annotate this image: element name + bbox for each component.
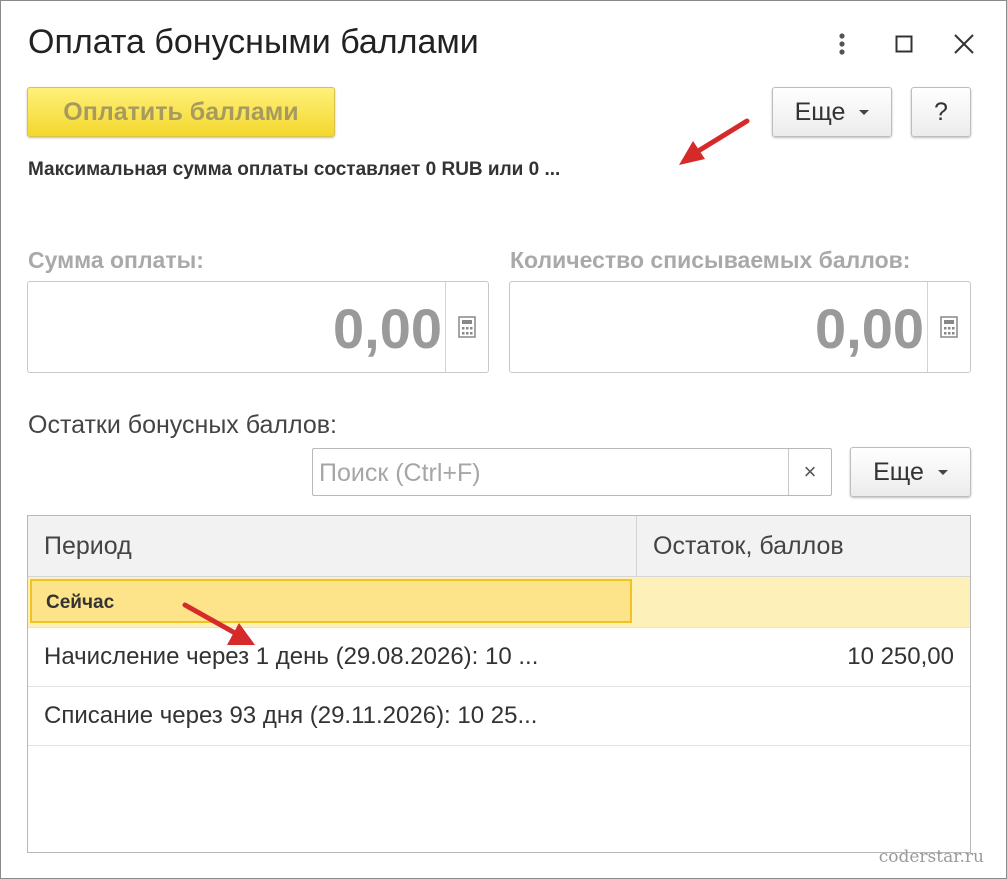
table-header: Период Остаток, баллов — [28, 516, 970, 577]
search-input[interactable]: Поиск (Ctrl+F) × — [312, 448, 832, 496]
table-more-button[interactable]: Еще — [850, 447, 971, 497]
group-label: Сейчас — [46, 592, 115, 613]
table-more-label: Еще — [873, 457, 924, 486]
table-row[interactable]: Списание через 93 дня (29.11.2026): 10 2… — [28, 687, 970, 746]
window-title: Оплата бонусными баллами — [28, 23, 479, 61]
more-button[interactable]: Еще — [772, 87, 892, 137]
more-actions-icon[interactable] — [825, 27, 859, 61]
column-header-balance[interactable]: Остаток, баллов — [653, 532, 844, 561]
watermark: coderstar.ru — [878, 847, 984, 867]
annotation-arrow-icon — [679, 118, 750, 165]
points-field[interactable]: 0,00 — [509, 281, 971, 373]
maximize-icon[interactable] — [887, 27, 921, 61]
calculator-icon[interactable] — [458, 316, 476, 343]
search-placeholder: Поиск (Ctrl+F) — [319, 459, 481, 487]
close-icon[interactable] — [947, 27, 981, 61]
selected-cell[interactable]: Сейчас — [30, 579, 632, 623]
row-period: Начисление через 1 день (29.08.2026): 10… — [44, 643, 539, 670]
sum-label: Сумма оплаты: — [28, 247, 204, 273]
table-row[interactable]: Начисление через 1 день (29.08.2026): 10… — [28, 628, 970, 687]
pay-with-points-button[interactable]: Оплатить баллами — [27, 87, 335, 137]
help-button[interactable]: ? — [911, 87, 971, 137]
points-label: Количество списываемых баллов: — [510, 247, 911, 273]
balances-heading: Остатки бонусных баллов: — [28, 411, 337, 439]
points-value: 0,00 — [815, 297, 924, 360]
max-sum-info: Максимальная сумма оплаты составляет 0 R… — [28, 159, 561, 180]
annotation-arrow-icon — [182, 602, 255, 645]
row-balance: 10 250,00 — [847, 643, 954, 670]
more-button-label: Еще — [794, 97, 846, 126]
row-period: Списание через 93 дня (29.11.2026): 10 2… — [44, 702, 538, 729]
chevron-down-icon — [937, 469, 948, 475]
chevron-down-icon — [859, 109, 870, 115]
balances-table: Период Остаток, баллов Сейчас Начисление… — [27, 515, 971, 853]
table-group-row[interactable]: Сейчас — [28, 577, 970, 628]
calculator-icon[interactable] — [940, 316, 958, 343]
sum-value: 0,00 — [333, 297, 442, 360]
sum-field[interactable]: 0,00 — [27, 281, 489, 373]
column-header-period[interactable]: Период — [44, 532, 132, 561]
clear-search-button[interactable]: × — [788, 449, 831, 495]
dialog-window: Оплата бонусными баллами Оплатить баллам… — [0, 0, 1007, 879]
